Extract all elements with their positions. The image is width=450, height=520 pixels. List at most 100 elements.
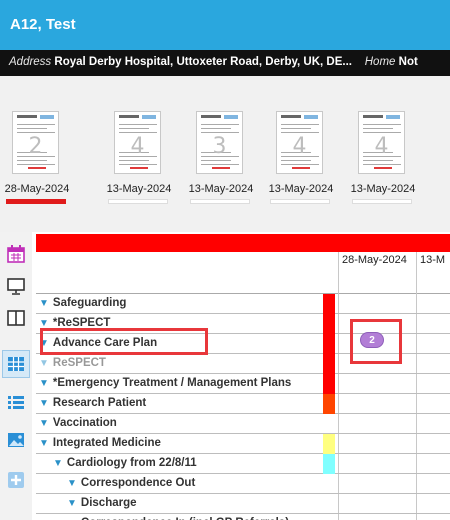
thumbnail-date: 13-May-2024	[350, 183, 416, 195]
thumbnail-page-count: 3	[212, 134, 227, 159]
thumbnail-date: 28-May-2024	[4, 183, 70, 195]
document-grid: 28-May-2024 13-M ▼ Safeguarding ▼ *ReSPECT …	[36, 232, 450, 520]
category-name: *Emergency Treatment / Management Plans	[52, 377, 292, 389]
image-view-button[interactable]	[2, 426, 30, 454]
thumbnail-selection-bar	[190, 199, 250, 204]
add-button[interactable]	[2, 466, 30, 494]
category-row[interactable]: ▼ Safeguarding	[36, 294, 450, 314]
monitor-button[interactable]	[2, 272, 30, 300]
document-count-badge[interactable]: 2	[360, 332, 384, 348]
grid-view-icon	[8, 357, 24, 371]
calendar-button[interactable]	[2, 240, 30, 268]
category-row[interactable]: ▼Correspondence In (incl GP Referrals)	[36, 514, 450, 520]
grid-view-button[interactable]	[2, 350, 30, 378]
category-label[interactable]: ▼ Safeguarding	[39, 297, 319, 312]
thumbnail-text-line	[201, 164, 239, 165]
split-view-button[interactable]	[2, 304, 30, 332]
thumbnail-preview[interactable]: 4	[358, 111, 405, 174]
calendar-icon	[7, 245, 25, 263]
address-value: Royal Derby Hospital, Uttoxeter Road, De…	[54, 56, 352, 68]
thumbnail-text-line	[119, 160, 149, 161]
thumbnail-page-count: 4	[374, 134, 389, 159]
category-row[interactable]: ▼ Research Patient	[36, 394, 450, 414]
category-color-swatch	[323, 394, 335, 414]
category-name: Safeguarding	[52, 297, 127, 309]
thumbnail-footer-mark	[292, 167, 310, 169]
category-label[interactable]: ▼ Research Patient	[39, 397, 319, 412]
category-label[interactable]: ▼ Vaccination	[39, 417, 319, 432]
thumbnail-text-line	[363, 132, 401, 133]
category-label[interactable]: ▼ Cardiology from 22/8/11	[39, 457, 319, 472]
document-thumbnail[interactable]: 4 13-May-2024	[351, 111, 415, 227]
thumbnail-header-line	[17, 115, 37, 118]
category-label[interactable]: ▼ *Emergency Treatment / Management Plans	[39, 377, 319, 392]
thumbnail-text-line	[363, 160, 393, 161]
grid-column-header[interactable]: 28-May-2024	[342, 254, 407, 266]
image-icon	[8, 433, 24, 447]
thumbnail-preview[interactable]: 4	[276, 111, 323, 174]
thumbnail-date: 13-May-2024	[268, 183, 334, 195]
category-color-swatch	[323, 294, 335, 314]
alert-band	[36, 234, 450, 252]
category-name: Cardiology from 22/8/11	[66, 457, 197, 469]
thumbnail-text-line	[201, 132, 239, 133]
highlight-advance-care-plan	[40, 328, 208, 355]
thumbnail-date: 13-May-2024	[106, 183, 172, 195]
category-color-swatch	[323, 434, 335, 454]
category-name: Research Patient	[52, 397, 147, 409]
document-thumbnail[interactable]: 3 13-May-2024	[189, 111, 253, 227]
category-row[interactable]: ▼ Correspondence Out	[36, 474, 450, 494]
category-row[interactable]: ▼ Integrated Medicine	[36, 434, 450, 454]
home-label: Home	[364, 56, 396, 68]
thumbnail-text-line	[363, 128, 393, 129]
thumbnail-date: 13-May-2024	[188, 183, 254, 195]
document-thumbnail[interactable]: 4 13-May-2024	[269, 111, 333, 227]
thumbnail-text-line	[281, 132, 319, 133]
category-row[interactable]: ▼ Vaccination	[36, 414, 450, 434]
category-name: Discharge	[80, 497, 137, 509]
thumbnail-footer-mark	[130, 167, 148, 169]
thumbnail-logo	[224, 115, 238, 119]
category-color-swatch	[323, 374, 335, 394]
thumbnail-text-line	[17, 128, 47, 129]
grid-column-header[interactable]: 13-M	[420, 254, 445, 266]
document-thumbnail[interactable]: 4 13-May-2024	[107, 111, 171, 227]
filter-icon: ▼	[53, 458, 63, 469]
app-window: A12, Test Address Royal Derby Hospital, …	[0, 0, 450, 520]
category-row[interactable]: ▼ Cardiology from 22/8/11	[36, 454, 450, 474]
thumbnail-page-count: 2	[28, 134, 43, 159]
add-icon	[8, 472, 24, 488]
thumbnail-logo	[142, 115, 156, 119]
home-value: Not	[398, 56, 418, 68]
list-view-button[interactable]	[2, 388, 30, 416]
thumbnail-text-line	[201, 160, 231, 161]
filter-icon: ▼	[39, 298, 49, 309]
document-thumbnail-strip: 2 28-May-2024 4 13-May-2024 3 13-May-202…	[0, 76, 450, 232]
thumbnail-text-line	[17, 164, 55, 165]
thumbnail-preview[interactable]: 3	[196, 111, 243, 174]
thumbnail-header-line	[281, 115, 301, 118]
category-label[interactable]: ▼ Discharge	[39, 497, 319, 512]
thumbnail-page-count: 4	[130, 134, 145, 159]
thumbnail-preview[interactable]: 2	[12, 111, 59, 174]
thumbnail-text-line	[119, 164, 157, 165]
category-label[interactable]: ▼ ReSPECT	[39, 357, 319, 372]
category-row[interactable]: ▼ Discharge	[36, 494, 450, 514]
category-color-swatch	[323, 354, 335, 374]
document-thumbnail[interactable]: 2 28-May-2024	[5, 111, 69, 227]
category-row[interactable]: ▼ *Emergency Treatment / Management Plans	[36, 374, 450, 394]
split-view-icon	[7, 310, 25, 326]
thumbnail-text-line	[281, 124, 319, 125]
filter-icon: ▼	[39, 378, 49, 389]
left-toolbar	[0, 232, 32, 520]
thumbnail-preview[interactable]: 4	[114, 111, 161, 174]
thumbnail-footer-mark	[28, 167, 46, 169]
thumbnail-text-line	[363, 124, 401, 125]
thumbnail-footer-mark	[374, 167, 392, 169]
category-label[interactable]: ▼ Correspondence Out	[39, 477, 319, 492]
filter-icon: ▼	[39, 358, 49, 369]
monitor-icon	[7, 278, 25, 295]
category-label[interactable]: ▼ Integrated Medicine	[39, 437, 319, 452]
address-label: Address	[9, 56, 52, 68]
thumbnail-text-line	[119, 132, 157, 133]
